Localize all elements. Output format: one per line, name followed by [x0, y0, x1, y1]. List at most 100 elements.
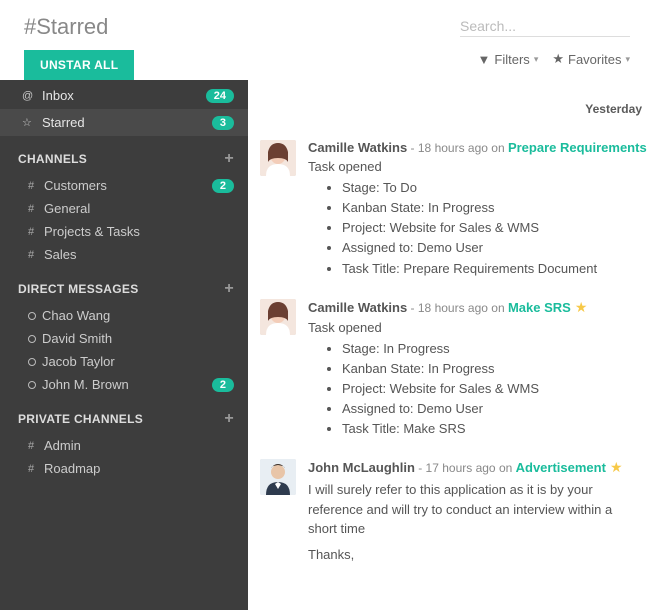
sidebar-item[interactable]: John M. Brown2 [0, 373, 248, 396]
plus-icon[interactable]: + [224, 280, 234, 298]
message-details-list: Stage: To DoKanban State: In ProgressPro… [328, 178, 642, 279]
list-item: Task Title: Prepare Requirements Documen… [342, 259, 642, 279]
message-details-list: Stage: In ProgressKanban State: In Progr… [328, 339, 642, 440]
list-item: Project: Website for Sales & WMS [342, 379, 642, 399]
hash-icon: # [28, 463, 42, 475]
section-title: CHANNELS [18, 152, 87, 166]
day-separator: Yesterday [248, 80, 648, 134]
message-lead: Task opened [308, 159, 642, 174]
sidebar-item[interactable]: David Smith [0, 327, 248, 350]
message-author[interactable]: Camille Watkins [308, 140, 407, 155]
list-item: Stage: In Progress [342, 339, 642, 359]
message-author[interactable]: John McLaughlin [308, 460, 415, 475]
sidebar-item[interactable]: Chao Wang [0, 304, 248, 327]
list-item: Project: Website for Sales & WMS [342, 218, 642, 238]
plus-icon[interactable]: + [224, 150, 234, 168]
message-time: - 18 hours ago on [407, 301, 508, 315]
badge-count: 2 [212, 378, 234, 392]
star-outline-icon: ☆ [22, 116, 36, 129]
sidebar-top-inbox[interactable]: @ Inbox 24 [0, 80, 248, 109]
message-paragraph: I will surely refer to this application … [308, 480, 642, 539]
topbar-right: ▼ Filters ▾ ★ Favorites ▾ [460, 14, 630, 67]
star-icon[interactable]: ★ [610, 459, 623, 475]
message-subject-link[interactable]: Advertisement [516, 460, 606, 475]
chevron-down-icon: ▾ [625, 54, 630, 65]
message-header: Camille Watkins - 18 hours ago on Make S… [308, 299, 642, 316]
list-item: Kanban State: In Progress [342, 198, 642, 218]
sidebar-item-label: Roadmap [44, 461, 234, 476]
sidebar-item-label: Admin [44, 438, 234, 453]
sidebar-item[interactable]: #Projects & Tasks [0, 220, 248, 243]
badge-count: 24 [206, 89, 234, 103]
message-header: Camille Watkins - 18 hours ago on Prepar… [308, 140, 642, 155]
sidebar-item-label: Projects & Tasks [44, 224, 234, 239]
sidebar-top-starred[interactable]: ☆ Starred 3 [0, 109, 248, 136]
message-body: Camille Watkins - 18 hours ago on Prepar… [308, 140, 642, 279]
funnel-icon: ▼ [478, 52, 491, 67]
message-author[interactable]: Camille Watkins [308, 300, 407, 315]
list-item: Assigned to: Demo User [342, 399, 642, 419]
message-lead: Task opened [308, 320, 642, 335]
avatar[interactable] [260, 459, 296, 495]
favorites-dropdown[interactable]: ★ Favorites ▾ [552, 51, 630, 67]
sidebar: @Inbox24☆Starred3 CHANNELS+#Customers2#G… [0, 80, 248, 610]
section-title: PRIVATE CHANNELS [18, 412, 143, 426]
hash-icon: # [28, 180, 42, 192]
message-subject-link[interactable]: Prepare Requirements [508, 140, 647, 155]
unstar-all-button[interactable]: UNSTAR ALL [24, 50, 134, 80]
sidebar-item-label: Inbox [42, 88, 74, 103]
status-offline-icon [28, 358, 36, 366]
list-item: Kanban State: In Progress [342, 359, 642, 379]
sidebar-section-header: CHANNELS + [0, 136, 248, 174]
filter-row: ▼ Filters ▾ ★ Favorites ▾ [478, 51, 630, 67]
star-icon[interactable]: ★ [575, 299, 588, 315]
badge-count: 3 [212, 116, 234, 130]
hash-icon: # [28, 226, 42, 238]
sidebar-item-label: Chao Wang [42, 308, 234, 323]
hash-icon: # [28, 203, 42, 215]
star-icon: ★ [552, 51, 564, 67]
sidebar-item[interactable]: #Customers2 [0, 174, 248, 197]
filters-dropdown[interactable]: ▼ Filters ▾ [478, 51, 539, 67]
message-time: - 18 hours ago on [407, 141, 508, 155]
message-subject-link[interactable]: Make SRS [508, 300, 571, 315]
sidebar-item-label: Starred [42, 115, 85, 130]
message-paragraph: Thanks, [308, 545, 642, 565]
message-header: John McLaughlin - 17 hours ago on Advert… [308, 459, 642, 476]
search-input[interactable] [460, 16, 630, 37]
message-body: Camille Watkins - 18 hours ago on Make S… [308, 299, 642, 440]
sidebar-item[interactable]: #Sales [0, 243, 248, 266]
topbar-left: #Starred UNSTAR ALL [24, 14, 460, 80]
status-offline-icon [28, 381, 36, 389]
list-item: Stage: To Do [342, 178, 642, 198]
status-offline-icon [28, 335, 36, 343]
section-title: DIRECT MESSAGES [18, 282, 139, 296]
message-time: - 17 hours ago on [415, 461, 516, 475]
sidebar-item-label: David Smith [42, 331, 234, 346]
avatar[interactable] [260, 299, 296, 335]
list-item: Assigned to: Demo User [342, 238, 642, 258]
sidebar-item[interactable]: Jacob Taylor [0, 350, 248, 373]
at-icon: @ [22, 90, 36, 102]
message: Camille Watkins - 18 hours ago on Prepar… [248, 134, 648, 293]
sidebar-item[interactable]: #Admin [0, 434, 248, 457]
page-title: #Starred [24, 14, 460, 40]
plus-icon[interactable]: + [224, 410, 234, 428]
favorites-label: Favorites [568, 52, 621, 67]
sidebar-section-header: DIRECT MESSAGES + [0, 266, 248, 304]
message: John McLaughlin - 17 hours ago on Advert… [248, 453, 648, 584]
sidebar-item-label: Sales [44, 247, 234, 262]
filters-label: Filters [494, 52, 529, 67]
badge-count: 2 [212, 179, 234, 193]
sidebar-item-label: General [44, 201, 234, 216]
sidebar-item-label: Customers [44, 178, 212, 193]
hash-icon: # [28, 249, 42, 261]
chevron-down-icon: ▾ [534, 54, 539, 65]
sidebar-item-label: Jacob Taylor [42, 354, 234, 369]
message-feed: Yesterday Camille Watkins - 18 hours ago… [248, 80, 648, 610]
message-body: John McLaughlin - 17 hours ago on Advert… [308, 459, 642, 570]
sidebar-item-label: John M. Brown [42, 377, 212, 392]
sidebar-item[interactable]: #General [0, 197, 248, 220]
avatar[interactable] [260, 140, 296, 176]
sidebar-item[interactable]: #Roadmap [0, 457, 248, 480]
